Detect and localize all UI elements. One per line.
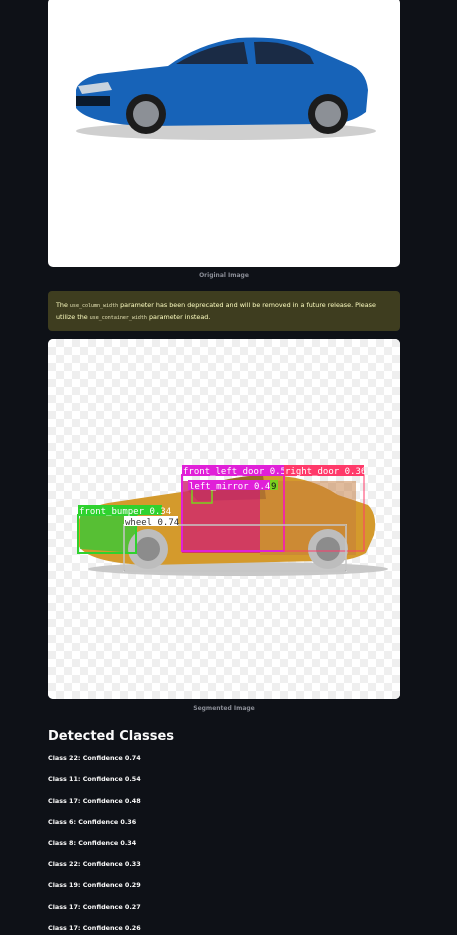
segmented-image-caption: Segmented Image — [193, 705, 255, 712]
segmented-image: front_left_door 0.54 right_door 0.36 lef… — [48, 339, 400, 699]
deprecation-warning: The use_column_width parameter has been … — [48, 291, 400, 331]
list-item: Class 22: Confidence 0.74 — [48, 754, 141, 762]
blue-car-image — [76, 37, 376, 140]
warning-new-param: use_container_width — [89, 315, 147, 321]
original-image-caption: Original Image — [199, 272, 249, 279]
warning-text-suffix: parameter instead. — [146, 313, 211, 321]
warning-old-param: use_column_width — [69, 303, 119, 309]
detection-label: 9 — [271, 482, 276, 492]
detection-label: right_door 0.36 — [285, 467, 366, 477]
original-image — [48, 0, 400, 267]
list-item: Class 8: Confidence 0.34 — [48, 839, 137, 847]
list-item: Class 17: Confidence 0.48 — [48, 797, 141, 805]
detection-label: left_mirror 0.48 — [189, 482, 276, 492]
detected-classes-heading: Detected Classes — [48, 729, 175, 744]
detection-label: front_left_door 0.54 — [183, 467, 291, 477]
list-item: Class 22: Confidence 0.33 — [48, 860, 141, 868]
list-item: Class 11: Confidence 0.54 — [48, 775, 141, 783]
warning-text-prefix: The — [56, 301, 70, 309]
list-item: Class 17: Confidence 0.26 — [48, 924, 141, 932]
list-item: Class 6: Confidence 0.36 — [48, 818, 137, 826]
detection-label: wheel 0.74 — [125, 518, 179, 528]
detection-label: front_bumper 0.34 — [79, 507, 171, 517]
segmented-car-image: front_left_door 0.54 right_door 0.36 lef… — [77, 465, 388, 576]
list-item: Class 17: Confidence 0.27 — [48, 903, 141, 911]
list-item: Class 19: Confidence 0.29 — [48, 881, 141, 889]
